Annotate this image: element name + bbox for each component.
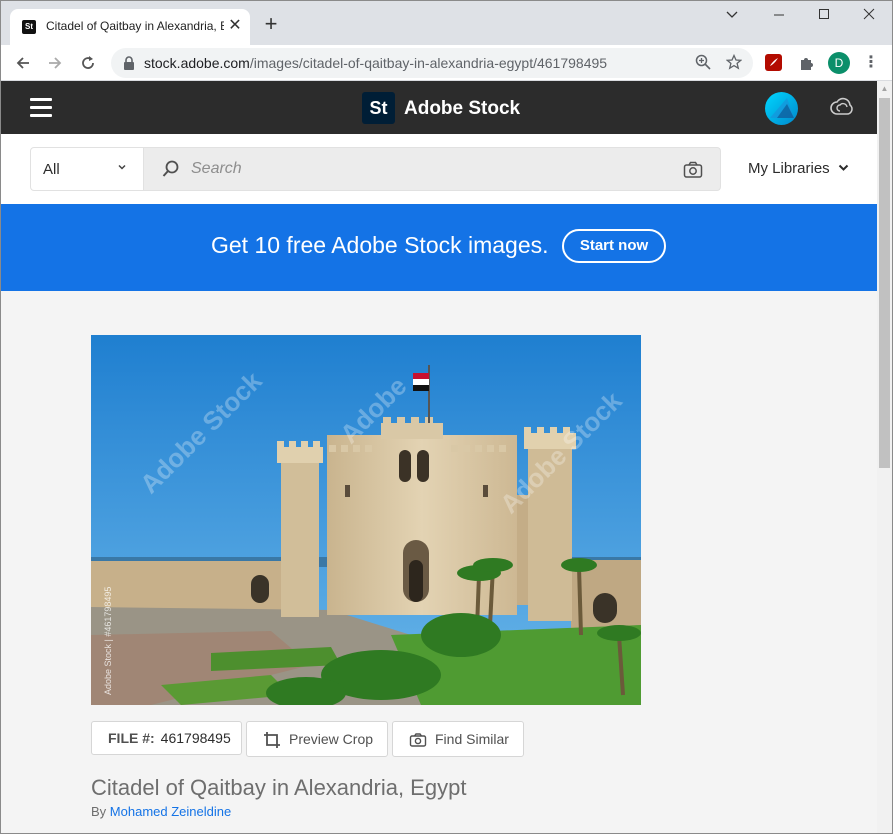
hamburger-icon[interactable] <box>30 98 52 117</box>
arrow-left-icon[interactable] <box>11 51 35 75</box>
promo-banner: Get 10 free Adobe Stock images. Start no… <box>1 204 877 291</box>
side-credit: Adobe Stock | #461798495 <box>103 587 113 695</box>
browser-toolbar: stock.adobe.com/images/citadel-of-qaitba… <box>1 45 892 81</box>
chevron-down-icon[interactable] <box>717 7 747 27</box>
star-icon[interactable] <box>725 53 743 72</box>
chevron-down-icon <box>838 162 849 176</box>
start-now-button[interactable]: Start now <box>562 229 666 263</box>
find-similar-label: Find Similar <box>435 731 509 747</box>
chevron-down-icon <box>117 161 127 175</box>
kebab-menu-icon[interactable]: ⋮ <box>861 53 881 73</box>
category-select[interactable]: All <box>30 147 144 191</box>
zoom-icon[interactable] <box>694 54 712 72</box>
browser-window: St Citadel of Qaitbay in Alexandria, E ✕… <box>0 0 893 834</box>
puzzle-icon[interactable] <box>797 53 817 73</box>
minimize-icon[interactable] <box>764 7 794 27</box>
preview-crop-label: Preview Crop <box>289 731 374 747</box>
profile-avatar[interactable]: D <box>828 52 850 74</box>
adobe-stock-favicon: St <box>22 20 36 34</box>
page-scrollbar[interactable]: ▲ <box>877 81 892 833</box>
url-text[interactable]: stock.adobe.com/images/citadel-of-qaitba… <box>144 55 607 71</box>
close-icon[interactable]: ✕ <box>226 17 244 35</box>
browser-tab[interactable]: St Citadel of Qaitbay in Alexandria, E ✕ <box>10 9 250 45</box>
file-number: 461798495 <box>160 730 231 746</box>
pdf-extension-icon[interactable] <box>765 54 782 71</box>
file-label: FILE #: <box>108 730 155 746</box>
category-label: All <box>43 161 60 178</box>
search-icon <box>162 160 179 177</box>
camera-icon <box>409 733 427 747</box>
st-logo-icon: St <box>362 92 395 124</box>
tab-strip: St Citadel of Qaitbay in Alexandria, E ✕… <box>1 1 892 45</box>
my-libraries-label: My Libraries <box>748 160 830 177</box>
find-similar-button[interactable]: Find Similar <box>392 721 524 757</box>
search-input[interactable] <box>191 158 671 180</box>
author-link[interactable]: Mohamed Zeineldine <box>110 804 231 819</box>
url-host: stock.adobe.com <box>144 55 250 71</box>
camera-icon[interactable] <box>683 161 703 179</box>
url-path: /images/citadel-of-qaitbay-in-alexandria… <box>249 55 608 71</box>
creative-cloud-icon[interactable] <box>830 97 854 117</box>
address-bar[interactable]: stock.adobe.com/images/citadel-of-qaitba… <box>111 48 753 78</box>
crop-icon <box>264 732 280 748</box>
lock-icon[interactable] <box>123 56 135 70</box>
asset-detail: Adobe Stock Adobe Adobe Stock Adobe Stoc… <box>1 291 877 833</box>
asset-image[interactable]: Adobe Stock Adobe Adobe Stock Adobe Stoc… <box>91 335 641 705</box>
asset-byline: By Mohamed Zeineldine <box>91 804 231 819</box>
by-label: By <box>91 804 107 819</box>
window-close-icon[interactable] <box>854 7 884 27</box>
brand-name: Adobe Stock <box>404 98 521 119</box>
arrow-right-icon[interactable] <box>43 51 67 75</box>
promo-text: Get 10 free Adobe Stock images. <box>211 232 549 258</box>
search-field[interactable] <box>144 147 721 191</box>
my-libraries-button[interactable]: My Libraries <box>748 160 849 177</box>
maximize-icon[interactable] <box>809 7 839 27</box>
scrollbar-thumb[interactable] <box>879 98 890 468</box>
file-number-chip: FILE #: 461798495 <box>91 721 242 755</box>
site-header: St Adobe Stock <box>1 81 877 134</box>
reload-icon[interactable] <box>76 51 100 75</box>
search-bar-row: All My Libraries <box>1 134 877 204</box>
preview-crop-button[interactable]: Preview Crop <box>246 721 388 757</box>
user-avatar[interactable] <box>765 92 798 125</box>
tab-title: Citadel of Qaitbay in Alexandria, E <box>46 19 224 33</box>
asset-title: Citadel of Qaitbay in Alexandria, Egypt <box>91 775 467 800</box>
scroll-up-arrow-icon[interactable]: ▲ <box>877 81 892 96</box>
plus-icon[interactable]: + <box>261 13 281 35</box>
